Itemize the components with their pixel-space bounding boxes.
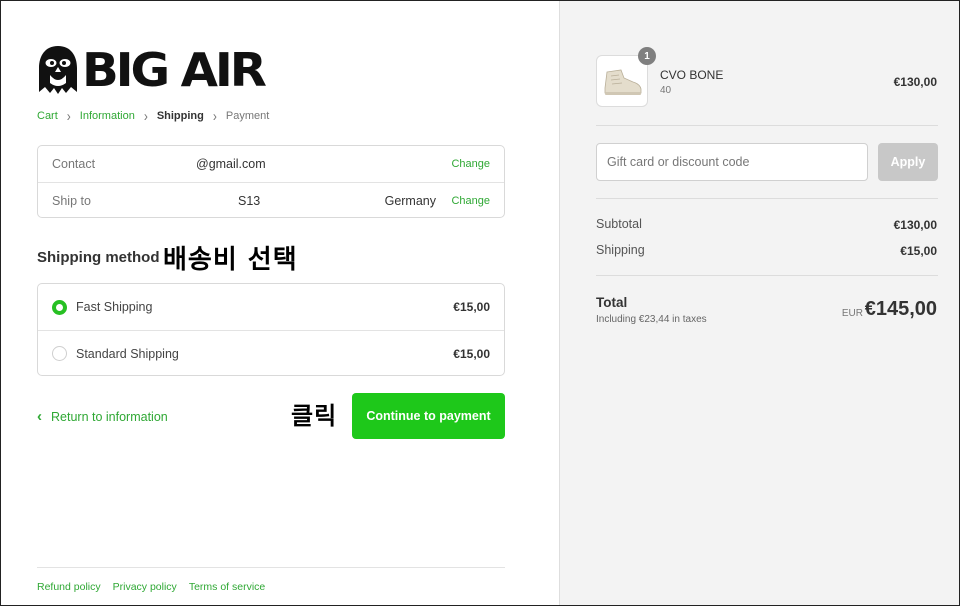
product-variant: 40	[660, 85, 672, 96]
continue-to-payment-button[interactable]: Continue to payment	[352, 393, 505, 439]
apply-discount-button[interactable]: Apply	[878, 143, 938, 181]
penguin-logo-icon	[39, 46, 77, 94]
contact-label: Contact	[52, 157, 96, 171]
review-box: Contact @gmail.com Change Ship to S13 Ge…	[37, 145, 505, 218]
discount-code-input[interactable]	[596, 143, 868, 181]
change-contact-link[interactable]: Change	[451, 158, 490, 170]
total-currency: EUR	[841, 308, 863, 319]
review-row-ship-to: Ship to S13 Germany Change	[38, 182, 504, 218]
return-label: Return to information	[51, 409, 168, 424]
breadcrumb-shipping: Shipping	[156, 110, 204, 122]
breadcrumb-cart[interactable]: Cart	[37, 110, 58, 122]
policy-footer: Refund policy Privacy policy Terms of se…	[37, 567, 505, 593]
shipping-options: Fast Shipping €15,00 Standard Shipping €…	[37, 283, 505, 376]
total-amount: €145,00	[864, 298, 937, 320]
change-ship-to-link[interactable]: Change	[451, 195, 490, 207]
ship-to-country: Germany	[384, 193, 436, 208]
shipping-value: €15,00	[900, 244, 937, 258]
shipping-label: Shipping	[596, 243, 645, 257]
breadcrumb: Cart › Information › Shipping › Payment	[37, 107, 270, 125]
checkout-window: BIG AIR Cart › Information › Shipping › …	[0, 0, 960, 606]
privacy-policy-link[interactable]: Privacy policy	[113, 581, 177, 593]
shipping-method-title: Shipping method	[37, 249, 160, 266]
shipping-option-name: Fast Shipping	[76, 300, 153, 314]
quantity-badge: 1	[638, 47, 656, 65]
breadcrumb-information[interactable]: Information	[80, 110, 135, 122]
ship-to-label: Ship to	[52, 193, 91, 208]
ship-to-value: S13	[238, 193, 261, 208]
product-price: €130,00	[893, 75, 937, 89]
shipping-option-fast[interactable]: Fast Shipping €15,00	[38, 284, 504, 330]
brand-logo-text: BIG AIR	[82, 43, 267, 97]
breadcrumb-payment: Payment	[225, 110, 270, 122]
divider	[596, 198, 938, 199]
shipping-option-price: €15,00	[453, 346, 490, 361]
radio-button-checked[interactable]	[52, 299, 67, 315]
sneaker-icon	[604, 69, 642, 95]
divider	[596, 275, 938, 276]
subtotal-value: €130,00	[893, 218, 937, 232]
product-name: CVO BONE	[660, 68, 724, 82]
return-to-information-link[interactable]: ‹ Return to information	[37, 408, 168, 425]
refund-policy-link[interactable]: Refund policy	[37, 581, 101, 593]
chevron-right-icon: ›	[66, 107, 71, 125]
subtotal-label: Subtotal	[596, 217, 642, 231]
shipping-option-price: €15,00	[453, 300, 490, 314]
chevron-right-icon: ›	[143, 107, 148, 125]
chevron-right-icon: ›	[212, 107, 217, 125]
contact-value: @gmail.com	[196, 157, 266, 171]
shipping-option-name: Standard Shipping	[76, 346, 179, 361]
terms-of-service-link[interactable]: Terms of service	[189, 581, 265, 593]
brand-logo[interactable]: BIG AIR	[36, 45, 267, 95]
product-thumbnail: 1	[596, 47, 656, 107]
annotation-select-shipping: 배송비 선택	[163, 245, 298, 275]
divider	[596, 125, 938, 126]
annotation-click: 클릭	[291, 402, 338, 430]
total-label: Total	[596, 295, 628, 310]
checkout-main: BIG AIR Cart › Information › Shipping › …	[1, 1, 559, 605]
shipping-option-standard[interactable]: Standard Shipping €15,00	[38, 330, 504, 376]
radio-button[interactable]	[52, 346, 67, 361]
chevron-left-icon: ‹	[37, 408, 42, 425]
taxes-note: Including €23,44 in taxes	[596, 314, 707, 325]
review-row-contact: Contact @gmail.com Change	[38, 146, 504, 182]
order-summary: 1 CVO BONE 40 €130,00 Apply Subtotal €13…	[559, 1, 959, 605]
